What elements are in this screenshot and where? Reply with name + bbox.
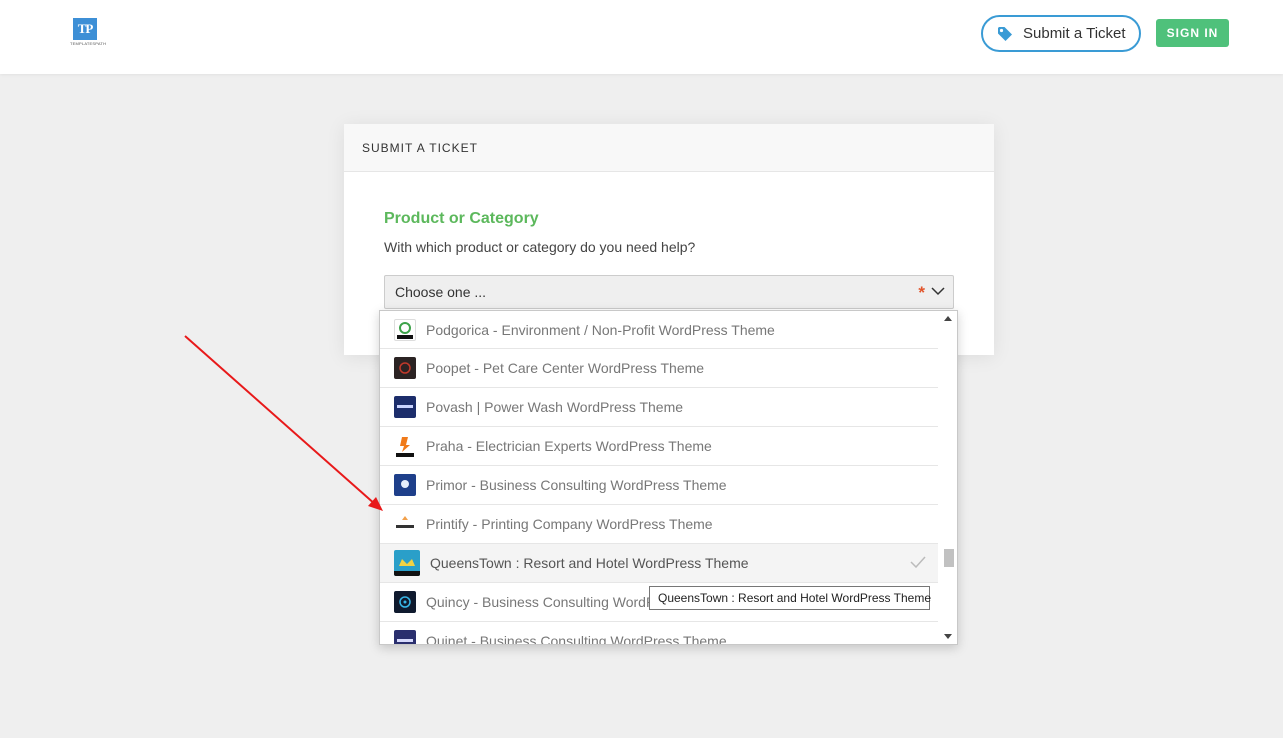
option-label: Poopet - Pet Care Center WordPress Theme: [426, 360, 705, 376]
select-value: Choose one ...: [395, 284, 487, 300]
field-help-text: With which product or category do you ne…: [384, 239, 696, 255]
sign-in-button[interactable]: SIGN IN: [1156, 19, 1229, 47]
chevron-down-icon: [931, 287, 945, 296]
dropdown-scrollbar[interactable]: [939, 311, 957, 644]
option-queenstown[interactable]: QueensTown : Resort and Hotel WordPress …: [380, 544, 938, 583]
tag-icon: [998, 26, 1012, 41]
option-label: Quinet - Business Consulting WordPress T…: [426, 633, 727, 645]
option-podgorica[interactable]: Podgorica - Environment / Non-Profit Wor…: [380, 311, 938, 349]
option-label: Podgorica - Environment / Non-Profit Wor…: [426, 321, 775, 338]
option-label: Primor - Business Consulting WordPress T…: [426, 477, 727, 493]
logo-mark: TP: [73, 18, 97, 40]
checkmark-icon: [910, 556, 926, 568]
option-printify[interactable]: Printify - Printing Company WordPress Th…: [380, 505, 938, 544]
required-marker: *: [918, 283, 925, 302]
praha-thumb-icon: [394, 435, 416, 457]
submit-ticket-label: Submit a Ticket: [1023, 25, 1126, 42]
site-logo[interactable]: TP TEMPLATESPATH: [70, 18, 107, 50]
poopet-thumb-icon: [394, 357, 416, 379]
quincy-thumb-icon: [394, 591, 416, 613]
scrollbar-thumb[interactable]: [944, 549, 954, 567]
option-label: Printify - Printing Company WordPress Th…: [426, 516, 713, 532]
field-label: Product or Category: [384, 210, 539, 227]
primor-thumb-icon: [394, 474, 416, 496]
scroll-down-arrow-icon[interactable]: [944, 634, 952, 639]
top-header: TP TEMPLATESPATH Submit a Ticket SIGN IN: [0, 0, 1283, 74]
option-primor[interactable]: Primor - Business Consulting WordPress T…: [380, 466, 938, 505]
submit-ticket-button[interactable]: Submit a Ticket: [981, 15, 1141, 52]
quinet-thumb-icon: [394, 630, 416, 644]
option-poopet[interactable]: Poopet - Pet Care Center WordPress Theme: [380, 349, 938, 388]
option-praha[interactable]: Praha - Electrician Experts WordPress Th…: [380, 427, 938, 466]
option-povash[interactable]: Povash | Power Wash WordPress Theme: [380, 388, 938, 427]
option-label: Praha - Electrician Experts WordPress Th…: [426, 438, 712, 454]
printify-thumb-icon: [394, 513, 416, 535]
option-label: Povash | Power Wash WordPress Theme: [426, 399, 684, 415]
scroll-up-arrow-icon[interactable]: [944, 316, 952, 321]
logo-caption: TEMPLATESPATH: [70, 41, 107, 46]
card-title: SUBMIT A TICKET: [344, 124, 994, 172]
product-category-select[interactable]: Choose one ... *: [384, 275, 954, 309]
option-tooltip: QueensTown : Resort and Hotel WordPress …: [649, 586, 931, 610]
option-label: QueensTown : Resort and Hotel WordPress …: [430, 555, 749, 571]
queenstown-thumb-icon: [394, 550, 420, 576]
podgorica-thumb-icon: [394, 318, 416, 341]
option-quinet[interactable]: Quinet - Business Consulting WordPress T…: [380, 622, 938, 645]
povash-thumb-icon: [394, 396, 416, 418]
